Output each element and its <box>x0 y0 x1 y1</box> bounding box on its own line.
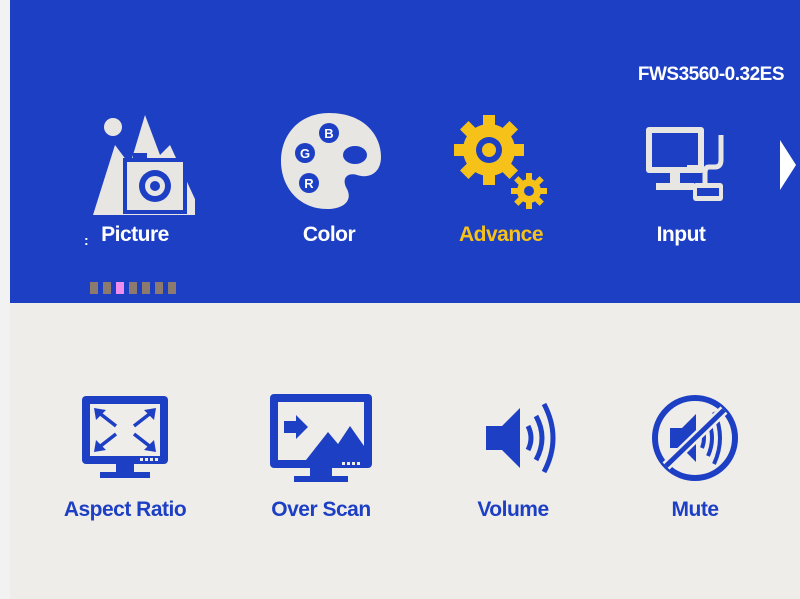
page-dot <box>103 282 111 294</box>
submenu-item-mute[interactable]: Mute <box>610 388 780 538</box>
page-dot <box>129 282 137 294</box>
page-indicator <box>90 282 176 294</box>
submenu-label-aspect-ratio: Aspect Ratio <box>63 498 187 521</box>
picture-camera-icon <box>93 115 195 215</box>
menu-item-advance[interactable]: Advance <box>426 105 576 255</box>
page-dot <box>142 282 150 294</box>
submenu-item-volume[interactable]: Volume <box>428 388 598 538</box>
submenu-label-over-scan: Over Scan <box>271 498 371 521</box>
submenu-label-mute: Mute <box>671 498 720 521</box>
page-dot-active <box>116 282 124 294</box>
volume-icon <box>486 402 556 474</box>
submenu-panel: Aspect Ratio Over Scan Volume Mute <box>10 303 800 599</box>
page-dot <box>155 282 163 294</box>
svg-text:R: R <box>304 176 314 191</box>
svg-text:B: B <box>324 126 333 141</box>
main-menu-panel: FWS3560-0.32ES : Picture B G R Color Adv… <box>10 0 800 303</box>
submenu-item-aspect-ratio[interactable]: Aspect Ratio <box>40 388 210 538</box>
menu-item-color[interactable]: B G R Color <box>254 105 404 255</box>
gears-icon <box>454 115 547 209</box>
menu-label-advance: Advance <box>458 223 544 246</box>
submenu-item-over-scan[interactable]: Over Scan <box>236 388 406 538</box>
menu-label-color: Color <box>302 223 356 246</box>
menu-label-picture: Picture <box>101 223 169 246</box>
next-page-arrow-icon[interactable] <box>780 140 796 190</box>
aspect-ratio-icon <box>82 396 168 478</box>
color-palette-icon: B G R <box>281 113 381 209</box>
svg-text:G: G <box>300 146 310 161</box>
mute-icon <box>652 395 738 481</box>
model-number: FWS3560-0.32ES <box>637 64 785 85</box>
menu-label-input: Input <box>656 223 706 246</box>
page-dot <box>90 282 98 294</box>
menu-item-input[interactable]: Input <box>606 105 756 255</box>
page-dot <box>168 282 176 294</box>
over-scan-icon <box>270 394 372 482</box>
submenu-label-volume: Volume <box>477 498 549 521</box>
monitor-input-icon <box>646 127 724 201</box>
menu-item-picture[interactable]: Picture <box>60 105 210 255</box>
